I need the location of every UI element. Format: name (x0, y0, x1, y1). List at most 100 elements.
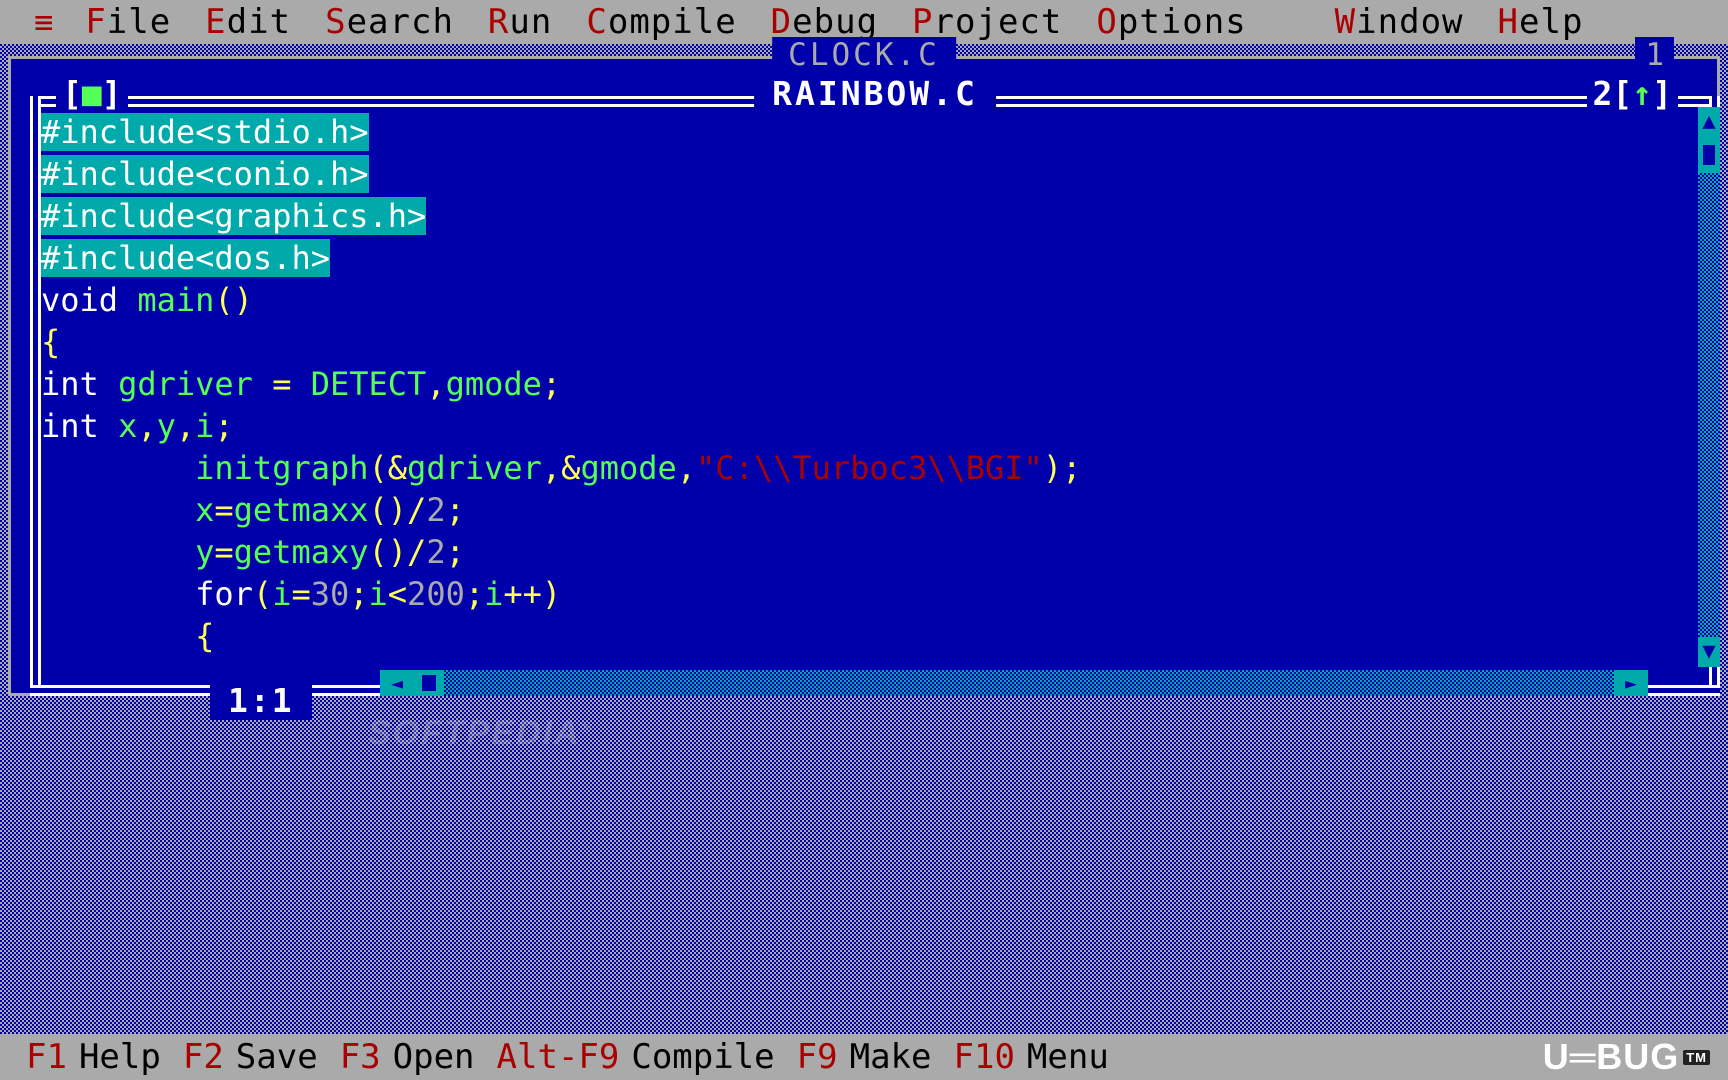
code-token: "C:\\Turboc3\\BGI" (696, 449, 1043, 487)
code-token: ; (349, 575, 369, 613)
menu-item-debug[interactable]: Debug (754, 2, 895, 42)
code-token: ; (464, 575, 485, 613)
code-token: i (272, 575, 292, 613)
menu-item-run[interactable]: Run (471, 2, 569, 42)
status-label: Help (78, 1037, 161, 1077)
code-editor[interactable]: #include<stdio.h> #include<conio.h> #inclu… (41, 107, 1647, 671)
window-title-rainbow-c: RAINBOW.C (754, 74, 996, 113)
code-token: / (407, 491, 427, 529)
window-zoom-box[interactable]: 2[↑] (1586, 74, 1678, 113)
code-token: ( (252, 575, 273, 613)
menu-item-file[interactable]: File (68, 2, 188, 42)
code-token: getmaxy (233, 533, 369, 571)
triangle-left-icon[interactable]: ◄ (380, 670, 414, 696)
code-line: #include<graphics.h> (41, 195, 1647, 237)
code-token: ; (445, 533, 465, 571)
menu-item-edit[interactable]: Edit (188, 2, 308, 42)
code-line: x=getmaxx()/2; (41, 489, 1647, 531)
brand-logo: U═BUG TM (1543, 1036, 1728, 1078)
triangle-right-icon[interactable]: ► (1614, 670, 1648, 696)
horizontal-scrollbar[interactable]: ◄ ► (380, 670, 1648, 696)
status-label: Save (235, 1037, 318, 1077)
code-token: , (137, 407, 157, 445)
menu-label: roject (933, 2, 1063, 42)
code-token: { (41, 323, 61, 361)
vertical-scrollbar-thumb[interactable] (1698, 137, 1720, 173)
menu-hotkey: E (205, 2, 227, 42)
code-token: , (541, 449, 562, 487)
code-token: = (214, 491, 234, 529)
menu-hotkey: H (1497, 2, 1519, 42)
menu-label: dit (226, 2, 292, 42)
status-key: F2 (182, 1037, 224, 1077)
code-token: x (195, 491, 215, 529)
code-token: #include<dos.h> (41, 239, 330, 277)
menu-item-search[interactable]: Search (308, 2, 471, 42)
menu-item-help[interactable]: Help (1481, 2, 1601, 42)
menu-item-options[interactable]: Options (1079, 2, 1263, 42)
window-number-rainbow-c: 2 (1592, 74, 1613, 113)
menu-hotkey: R (487, 2, 510, 42)
code-token: void (41, 281, 119, 319)
status-item-compile[interactable]: Alt-F9 Compile (497, 1037, 797, 1077)
menu-item-project[interactable]: Project (895, 2, 1079, 42)
close-box-bracket-left: [ (62, 74, 82, 113)
status-key: F1 (26, 1037, 67, 1077)
hamburger-menu-icon[interactable]: ≡ (0, 6, 68, 38)
status-item-save[interactable]: F2 Save (183, 1037, 340, 1077)
close-box-icon: ■ (81, 74, 102, 113)
code-line: void main() (41, 279, 1647, 321)
menu-item-window[interactable]: Window (1318, 2, 1481, 42)
menu-label: indow (1356, 2, 1464, 42)
horizontal-scrollbar-thumb[interactable] (414, 670, 444, 696)
code-token: gmode (580, 449, 677, 487)
code-token: , (175, 407, 196, 445)
status-label: Menu (1026, 1037, 1109, 1077)
zoom-box-bracket-right: ] (1652, 74, 1672, 113)
code-token: = (272, 365, 292, 403)
code-token: gdriver (118, 365, 253, 403)
code-line: { (41, 321, 1647, 363)
menu-hotkey: C (586, 2, 608, 42)
window-close-box[interactable]: [■] (56, 74, 128, 113)
menu-label: elp (1519, 2, 1584, 42)
status-item-help[interactable]: F1 Help (0, 1037, 183, 1077)
triangle-up-icon[interactable]: ▲ (1698, 107, 1720, 137)
status-key: F3 (339, 1037, 381, 1077)
window-rainbow-c[interactable]: [■] RAINBOW.C 2[↑] 1:1 #include<stdio.h>… (30, 74, 1720, 720)
code-token: & (387, 449, 408, 487)
code-token: = (291, 575, 311, 613)
code-line: y=getmaxy()/2; (41, 531, 1647, 573)
code-line: int x,y,i; (41, 405, 1647, 447)
code-line: #include<dos.h> (41, 237, 1647, 279)
status-key: Alt-F9 (496, 1037, 620, 1077)
status-key: F9 (796, 1037, 838, 1077)
code-token: for (195, 575, 253, 613)
code-token: ( (368, 449, 388, 487)
code-token: y (156, 407, 176, 445)
status-item-menu[interactable]: F10 Menu (954, 1037, 1131, 1077)
menu-item-compile[interactable]: Compile (569, 2, 753, 42)
code-token: { (195, 617, 215, 655)
vertical-scrollbar[interactable]: ▲ ▼ (1698, 107, 1720, 667)
code-token: ; (445, 491, 465, 529)
triangle-down-icon[interactable]: ▼ (1698, 637, 1720, 667)
code-token: getmaxx (233, 491, 369, 529)
code-token: int (41, 407, 99, 445)
code-token: i (484, 575, 504, 613)
code-line: #include<stdio.h> (41, 111, 1647, 153)
menu-label: un (509, 2, 553, 42)
code-token: / (407, 533, 427, 571)
status-bar: F1 Help F2 Save F3 Open Alt-F9 Compile F9 Mak… (0, 1034, 1728, 1080)
code-token: #include<stdio.h> (41, 113, 369, 151)
status-item-open[interactable]: F3 Open (340, 1037, 497, 1077)
menu-label: earch (346, 2, 454, 42)
close-box-bracket-right: ] (101, 74, 122, 113)
code-token: ++ (503, 575, 542, 613)
status-item-make[interactable]: F9 Make (797, 1037, 954, 1077)
